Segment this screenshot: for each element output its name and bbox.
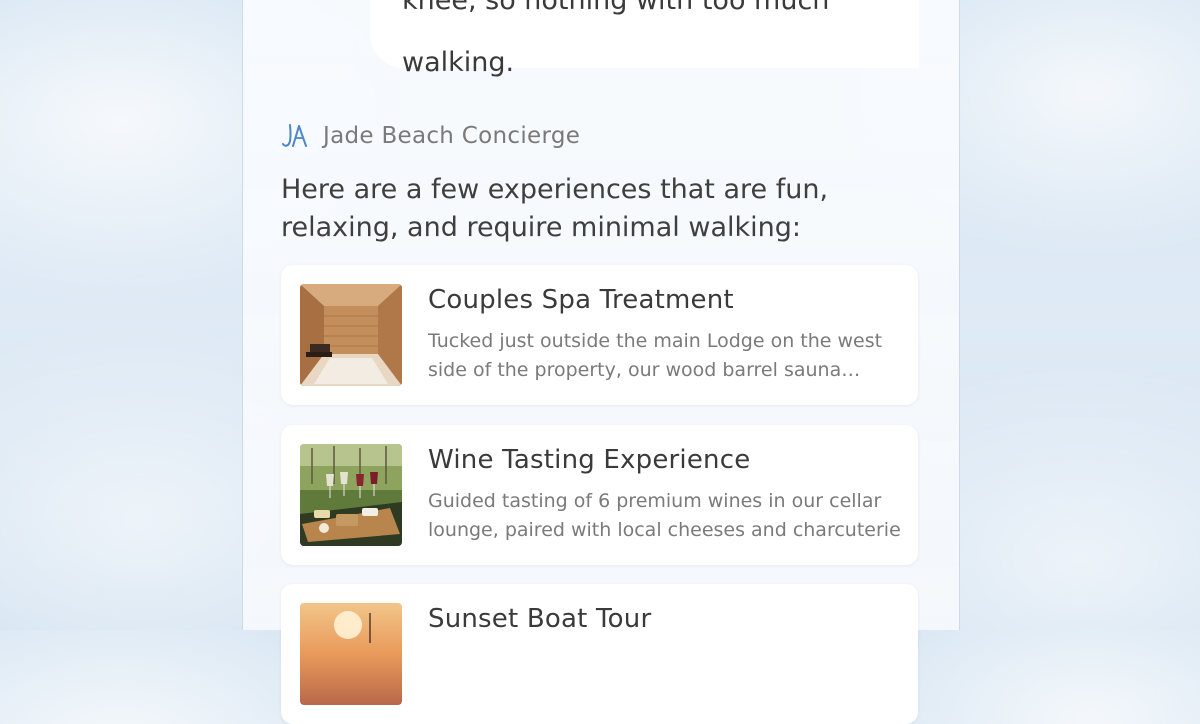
experience-card[interactable]: Sunset Boat Tour (281, 584, 918, 724)
experience-title: Wine Tasting Experience (428, 445, 751, 475)
sunset-photo (300, 603, 402, 705)
assistant-sender: Jade Beach Concierge (281, 118, 580, 154)
experience-card[interactable]: Couples Spa Treatment Tucked just outsid… (281, 265, 918, 405)
experience-description: Tucked just outside the main Lodge on th… (428, 330, 883, 381)
user-message-last-line: walking. (402, 47, 515, 78)
experience-description: Guided tasting of 6 premium wines in our… (428, 490, 901, 541)
user-message-partial-line: knee, so nothing with too much (402, 0, 830, 16)
wine-tasting-photo (300, 444, 402, 546)
experience-card[interactable]: Wine Tasting Experience Guided tasting o… (281, 425, 918, 565)
sender-name: Jade Beach Concierge (323, 123, 581, 149)
jade-beach-monogram-icon (281, 122, 309, 150)
sauna-photo (300, 284, 402, 386)
assistant-intro-text: Here are a few experiences that are fun,… (281, 174, 829, 243)
user-message-bubble: knee, so nothing with too much walking. (370, 0, 919, 78)
experience-title: Couples Spa Treatment (428, 285, 734, 315)
